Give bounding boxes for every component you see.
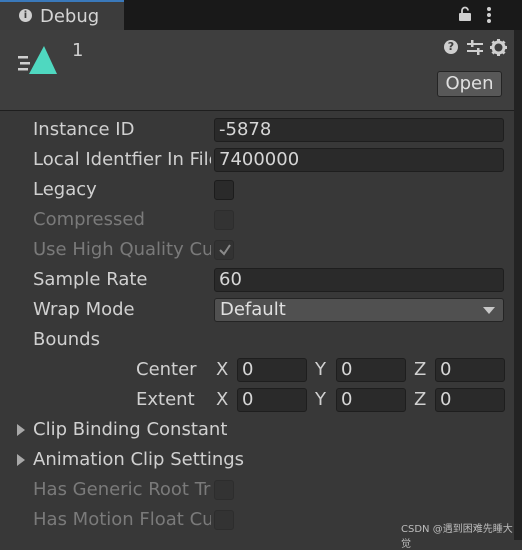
presets-icon[interactable]: [467, 40, 483, 55]
legacy-checkbox[interactable]: [214, 180, 234, 200]
extent-y-label: Y: [315, 389, 326, 410]
tab-title: Debug: [40, 6, 100, 27]
watermark-text: CSDN @遇到困难先睡大觉: [401, 524, 513, 550]
check-icon: [219, 244, 231, 256]
high-quality-curve-checkbox: [214, 240, 234, 260]
instance-id-field[interactable]: -5878: [214, 118, 504, 142]
legacy-label: Legacy: [33, 179, 97, 200]
high-quality-curve-label: Use High Quality Curve: [33, 239, 211, 260]
wrap-mode-label: Wrap Mode: [33, 299, 135, 320]
center-y-label: Y: [315, 359, 326, 380]
tab-debug[interactable]: i Debug: [0, 0, 124, 30]
foldout-arrow-icon[interactable]: [17, 454, 25, 466]
local-identifier-field[interactable]: 7400000: [214, 148, 504, 172]
has-motion-float-label: Has Motion Float Curves: [33, 509, 211, 530]
info-icon: i: [19, 9, 32, 22]
animation-clip-settings-foldout[interactable]: Animation Clip Settings: [33, 448, 293, 472]
chevron-down-icon: [483, 307, 495, 314]
asset-name: 1: [72, 40, 84, 61]
has-generic-root-checkbox: [214, 480, 234, 500]
center-y-field[interactable]: 0: [336, 358, 406, 382]
compressed-checkbox: [214, 210, 234, 230]
foldout-arrow-icon[interactable]: [17, 424, 25, 436]
open-button[interactable]: Open: [437, 71, 502, 97]
extent-y-field[interactable]: 0: [336, 388, 406, 412]
has-motion-float-checkbox: [214, 510, 234, 530]
extent-label: Extent: [136, 389, 195, 410]
sample-rate-field[interactable]: 60: [214, 268, 504, 292]
center-label: Center: [136, 359, 197, 380]
lock-icon[interactable]: [458, 6, 472, 22]
extent-x-field[interactable]: 0: [237, 388, 307, 412]
scrollbar-track[interactable]: [514, 30, 522, 540]
center-z-field[interactable]: 0: [435, 358, 505, 382]
compressed-label: Compressed: [33, 209, 145, 230]
extent-z-field[interactable]: 0: [435, 388, 505, 412]
center-x-field[interactable]: 0: [237, 358, 307, 382]
animation-clip-icon: [18, 46, 57, 74]
tab-bar: i Debug: [0, 0, 522, 30]
wrap-mode-dropdown[interactable]: Default: [214, 298, 504, 322]
extent-z-label: Z: [414, 389, 427, 410]
clip-binding-constant-foldout[interactable]: Clip Binding Constant: [33, 418, 293, 442]
gear-icon[interactable]: [490, 39, 507, 56]
local-identifier-label: Local Identfier In File: [33, 149, 211, 170]
help-icon[interactable]: ?: [444, 40, 458, 54]
wrap-mode-value: Default: [220, 299, 286, 320]
sample-rate-label: Sample Rate: [33, 269, 148, 290]
center-x-label: X: [216, 359, 229, 380]
center-z-label: Z: [414, 359, 427, 380]
instance-id-label: Instance ID: [33, 119, 135, 140]
has-generic-root-label: Has Generic Root Transform: [33, 479, 211, 500]
kebab-menu-icon[interactable]: [486, 6, 492, 24]
extent-x-label: X: [216, 389, 229, 410]
bounds-label: Bounds: [33, 329, 100, 350]
